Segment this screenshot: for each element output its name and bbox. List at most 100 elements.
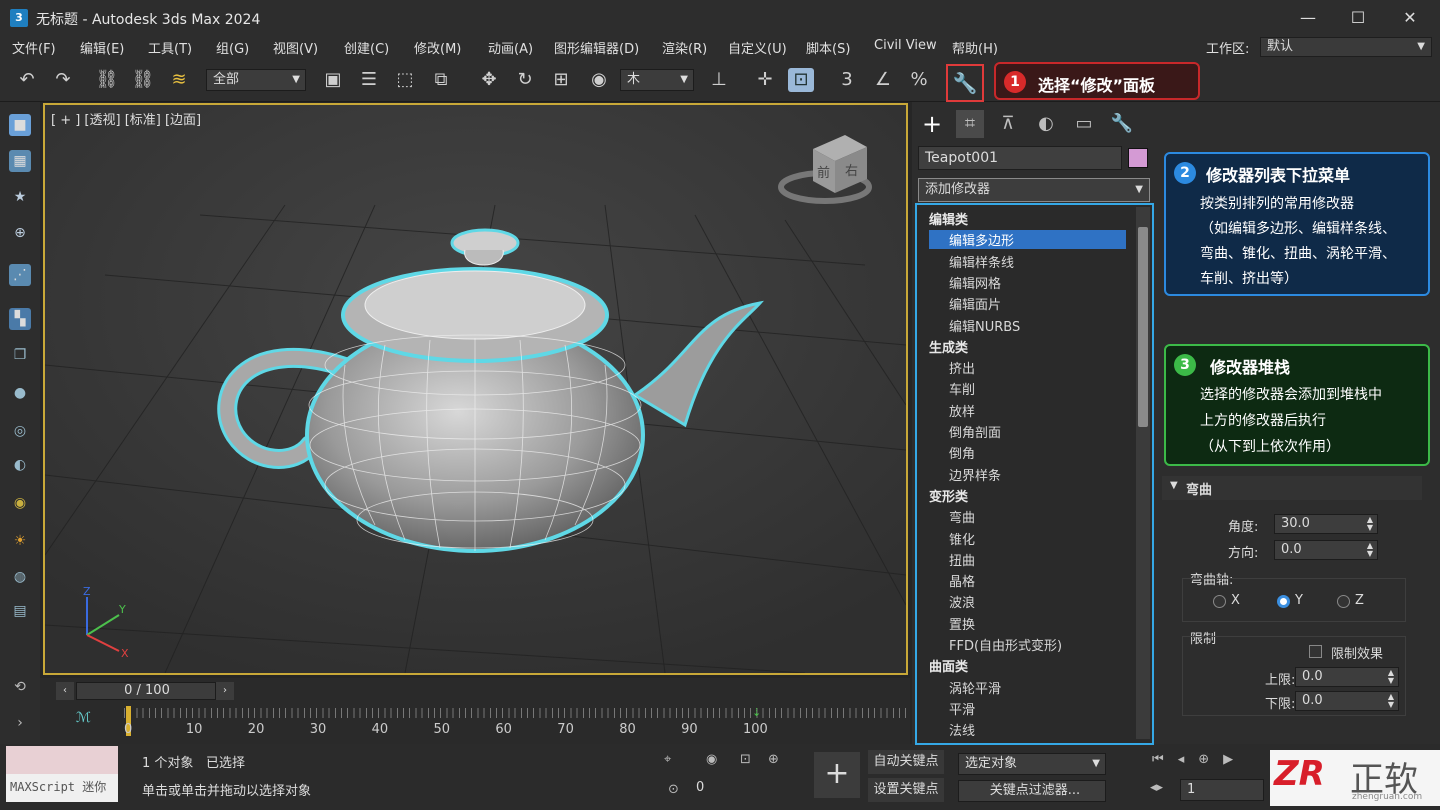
- menu-edit[interactable]: 编辑(E): [80, 38, 124, 57]
- modifier-item[interactable]: 扭曲: [949, 550, 975, 569]
- spinner-arrows-icon[interactable]: ▲ ▼: [1388, 693, 1394, 709]
- upper-limit-spinner[interactable]: 0.0 ▲ ▼: [1295, 667, 1399, 687]
- menu-animation[interactable]: 动画(A): [488, 38, 533, 57]
- spinner-arrows-icon[interactable]: ▲ ▼: [1367, 516, 1373, 532]
- minimize-button[interactable]: —: [1296, 6, 1320, 30]
- angle-snap-icon[interactable]: ∠: [870, 68, 896, 92]
- window-crossing-icon[interactable]: ⧉: [428, 68, 454, 92]
- modifier-item[interactable]: 倒角: [949, 443, 975, 462]
- scale-icon[interactable]: ⊞: [548, 68, 574, 92]
- tab-utilities[interactable]: 🔧: [1108, 110, 1136, 138]
- limit-effect-checkbox[interactable]: [1309, 645, 1322, 658]
- lower-limit-spinner[interactable]: 0.0 ▲ ▼: [1295, 691, 1399, 711]
- modifier-item[interactable]: 倒角剖面: [949, 422, 1001, 441]
- spinner-arrows-icon[interactable]: ▲ ▼: [1367, 542, 1373, 558]
- history-icon[interactable]: ⟲: [9, 676, 31, 698]
- maxscript-mini-listener[interactable]: MAXScript 迷你: [6, 774, 118, 802]
- select-manipulate-icon[interactable]: ✛: [752, 68, 778, 92]
- maxscript-input[interactable]: [6, 746, 118, 774]
- selection-filter-dropdown[interactable]: 全部 ▼: [206, 69, 306, 91]
- modifier-item[interactable]: 边界样条: [949, 465, 1001, 484]
- select-by-name-icon[interactable]: ☰: [356, 68, 382, 92]
- key-target-dropdown[interactable]: 选定对象 ▼: [958, 753, 1106, 775]
- add-key-button[interactable]: +: [814, 752, 860, 798]
- time-slider[interactable]: 0 / 100: [76, 682, 216, 700]
- placement-icon[interactable]: ◉: [586, 68, 612, 92]
- tab-motion[interactable]: ◐: [1032, 110, 1060, 138]
- rect-selection-icon[interactable]: ⬚: [392, 68, 418, 92]
- menu-graph-editors[interactable]: 图形编辑器(D): [554, 38, 639, 57]
- wrench-icon[interactable]: 🔧: [946, 64, 984, 102]
- tab-modify[interactable]: ⌗: [956, 110, 984, 138]
- tab-display[interactable]: ▭: [1070, 110, 1098, 138]
- modifier-item[interactable]: 法线: [949, 720, 975, 739]
- ref-coord-dropdown[interactable]: ⽊ ▼: [620, 69, 694, 91]
- modifier-item[interactable]: 编辑样条线: [949, 252, 1014, 271]
- menu-view[interactable]: 视图(V): [273, 38, 318, 57]
- env-icon[interactable]: ◍: [9, 566, 31, 588]
- axis-y-radio[interactable]: [1277, 595, 1290, 608]
- object-name-field[interactable]: Teapot001: [918, 146, 1122, 170]
- rollout-header[interactable]: ▼ 弯曲: [1162, 476, 1422, 500]
- create-box-icon[interactable]: ■: [9, 114, 31, 136]
- modifier-item[interactable]: 弯曲: [949, 507, 975, 526]
- modifier-list[interactable]: 编辑类 编辑多边形 编辑样条线 编辑网格 编辑面片 编辑NURBS 生成类 挤出 车削 放样 倒角剖…: [915, 203, 1154, 745]
- move-icon[interactable]: ✥: [476, 68, 502, 92]
- maximize-button[interactable]: ☐: [1346, 6, 1370, 30]
- modifier-item[interactable]: 编辑多边形: [929, 230, 1126, 250]
- link-icon[interactable]: ⛓: [94, 68, 120, 92]
- rotate-icon[interactable]: ↻: [512, 68, 538, 92]
- snap-toggle-icon[interactable]: 3: [834, 68, 860, 92]
- array-icon[interactable]: ⋰: [9, 264, 31, 286]
- current-frame-field[interactable]: 1: [1180, 779, 1264, 801]
- axis-z-radio[interactable]: [1337, 595, 1350, 608]
- clone-icon[interactable]: ❐: [9, 344, 31, 366]
- menu-modify[interactable]: 修改(M): [414, 38, 461, 57]
- unlink-icon[interactable]: ⛓: [130, 68, 156, 92]
- spinner-arrows-icon[interactable]: ▲ ▼: [1388, 669, 1394, 685]
- modifier-item[interactable]: 置换: [949, 614, 975, 633]
- menu-scripting[interactable]: 脚本(S): [806, 38, 850, 57]
- lock-selection-icon[interactable]: ◉: [706, 752, 717, 767]
- menu-customize[interactable]: 自定义(U): [728, 38, 787, 57]
- set-key-button[interactable]: 设置关键点: [868, 778, 944, 802]
- timeline-ruler[interactable]: [124, 708, 910, 718]
- modifier-item[interactable]: 波浪: [949, 592, 975, 611]
- torus-icon[interactable]: ◎: [9, 420, 31, 442]
- modifier-item[interactable]: 涡轮平滑: [949, 678, 1001, 697]
- coord-field[interactable]: 0: [696, 780, 796, 800]
- menu-tools[interactable]: 工具(T): [148, 38, 192, 57]
- viewport-label[interactable]: [ + ] [透视] [标准] [边面]: [51, 109, 201, 128]
- curve-editor-icon[interactable]: ℳ: [76, 710, 91, 726]
- gizmo-icon[interactable]: ⊕: [9, 222, 31, 244]
- prev-frame-button[interactable]: ‹: [56, 682, 74, 700]
- layer-icon[interactable]: ▚: [9, 308, 31, 330]
- percent-snap-icon[interactable]: %: [906, 68, 932, 92]
- grid-icon[interactable]: ▦: [9, 150, 31, 172]
- select-object-icon[interactable]: ▣: [320, 68, 346, 92]
- abs-mode-icon[interactable]: ⊡: [740, 752, 751, 767]
- modifier-item[interactable]: FFD(自由形式变形): [949, 635, 1062, 654]
- pivot-center-icon[interactable]: ⊥: [706, 68, 732, 92]
- keyboard-shortcut-icon[interactable]: ⊡: [788, 68, 814, 92]
- tab-hierarchy[interactable]: ⊼: [994, 110, 1022, 138]
- axis-x-radio[interactable]: [1213, 595, 1226, 608]
- workspace-select[interactable]: 默认 ▼: [1260, 37, 1432, 57]
- direction-spinner[interactable]: 0.0 ▲ ▼: [1274, 540, 1378, 560]
- redo-icon[interactable]: ↷: [50, 68, 76, 92]
- coord-icon[interactable]: ⊙: [668, 782, 679, 797]
- menu-group[interactable]: 组(G): [216, 38, 249, 57]
- scene-explorer-icon[interactable]: ▤: [9, 600, 31, 622]
- modifier-item[interactable]: 编辑面片: [949, 294, 1001, 313]
- perspective-viewport[interactable]: 前 右 Z Y X [ + ] [透视] [标准] [边面]: [43, 103, 908, 675]
- material-icon[interactable]: ◉: [9, 492, 31, 514]
- modifier-item[interactable]: 车削: [949, 379, 975, 398]
- sphere-icon[interactable]: ●: [9, 382, 31, 404]
- auto-key-button[interactable]: 自动关键点: [868, 750, 944, 774]
- star-icon[interactable]: ★: [9, 186, 31, 208]
- modifier-item[interactable]: 锥化: [949, 529, 975, 548]
- bind-space-warp-icon[interactable]: ≋: [166, 68, 192, 92]
- expand-icon[interactable]: ›: [9, 712, 31, 734]
- tab-create[interactable]: +: [918, 110, 946, 138]
- zoom-extents-icon[interactable]: ⊕: [768, 752, 779, 767]
